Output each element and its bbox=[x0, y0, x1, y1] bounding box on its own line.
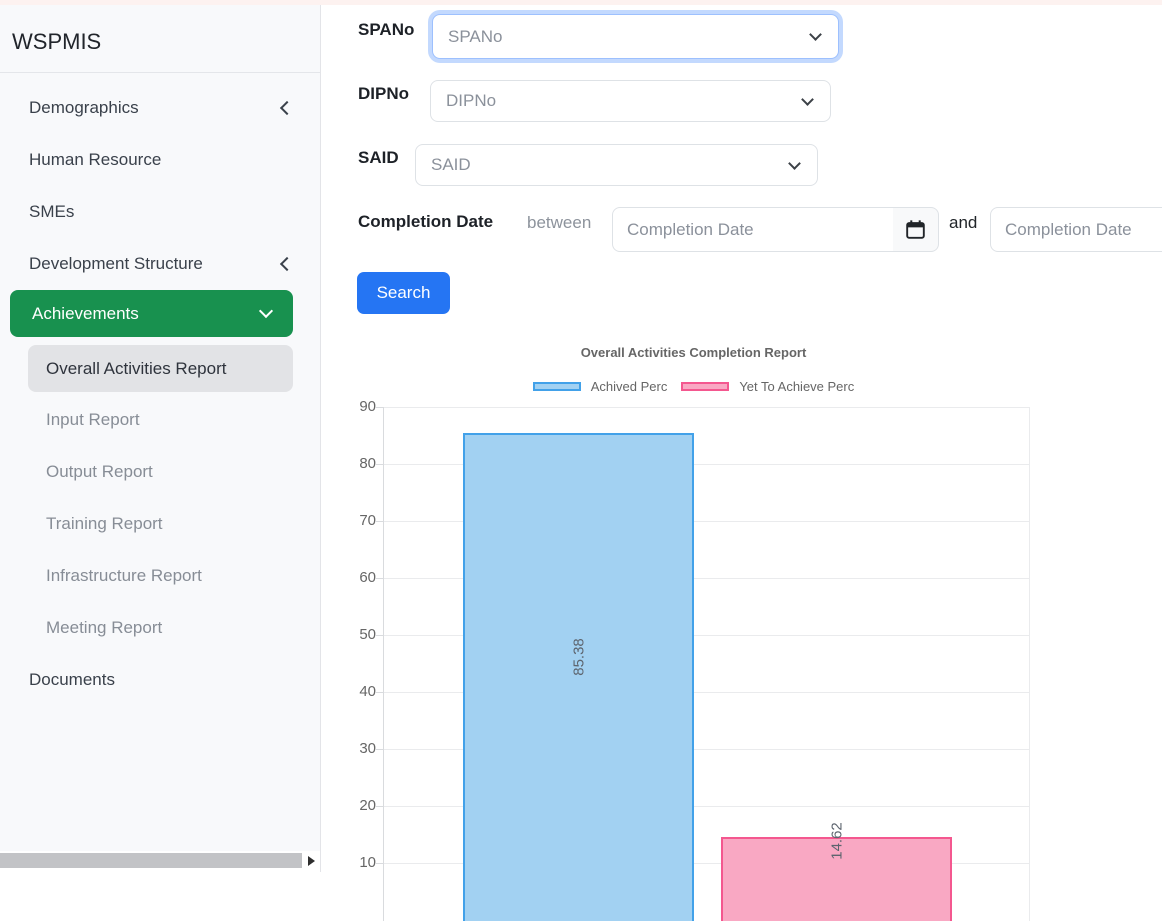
legend-swatch-achieved bbox=[533, 382, 581, 391]
sidebar-item-output-report[interactable]: Output Report bbox=[0, 446, 320, 498]
sidebar-item-label: Documents bbox=[29, 670, 115, 690]
y-tick-label: 90 bbox=[340, 398, 376, 415]
spano-select[interactable]: SPANo bbox=[432, 14, 839, 59]
sidebar-nav: Demographics Human Resource SMEs Develop… bbox=[0, 73, 320, 706]
sidebar-subitem-label: Training Report bbox=[46, 514, 163, 534]
axis-tick bbox=[376, 464, 384, 465]
sidebar-item-label: Development Structure bbox=[29, 254, 203, 274]
y-tick-label: 20 bbox=[340, 797, 376, 814]
sidebar-item-demographics[interactable]: Demographics bbox=[0, 82, 320, 134]
chevron-down-icon bbox=[809, 28, 822, 41]
chart-title: Overall Activities Completion Report bbox=[357, 345, 1030, 360]
sidebar-subitem-label: Overall Activities Report bbox=[46, 359, 226, 379]
sidebar-item-label: Human Resource bbox=[29, 150, 161, 170]
chart-legend: Achived Perc Yet To Achieve Perc bbox=[357, 379, 1030, 394]
completion-date-to-input[interactable] bbox=[990, 207, 1162, 252]
axis-tick bbox=[376, 578, 384, 579]
sidebar-item-development-structure[interactable]: Development Structure bbox=[0, 238, 320, 290]
sidebar: WSPMIS Demographics Human Resource SMEs … bbox=[0, 5, 321, 872]
sidebar-item-human-resource[interactable]: Human Resource bbox=[0, 134, 320, 186]
y-tick-label: 80 bbox=[340, 455, 376, 472]
sidebar-subitem-label: Meeting Report bbox=[46, 618, 162, 638]
bar-achieved-perc: 85.38 bbox=[463, 433, 694, 921]
axis-tick bbox=[376, 521, 384, 522]
bar-yet-to-achieve-perc: 14.62 bbox=[721, 837, 952, 921]
said-select-value: SAID bbox=[431, 155, 471, 175]
legend-label-yet-to-achieve: Yet To Achieve Perc bbox=[739, 379, 854, 394]
legend-label-achieved: Achived Perc bbox=[591, 379, 668, 394]
y-tick-label: 40 bbox=[340, 683, 376, 700]
dipno-select[interactable]: DIPNo bbox=[430, 80, 831, 122]
dipno-select-value: DIPNo bbox=[446, 91, 496, 111]
chart-plot: 85.38 14.62 bbox=[383, 407, 1030, 921]
axis-tick bbox=[376, 692, 384, 693]
scrollbar-thumb[interactable] bbox=[0, 853, 302, 868]
y-tick-label: 10 bbox=[340, 854, 376, 871]
sidebar-item-training-report[interactable]: Training Report bbox=[0, 498, 320, 550]
said-select[interactable]: SAID bbox=[415, 144, 818, 186]
gridline bbox=[384, 407, 1029, 408]
dipno-label: DIPNo bbox=[358, 84, 409, 104]
y-tick-label: 60 bbox=[340, 569, 376, 586]
spano-select-value: SPANo bbox=[448, 27, 503, 47]
sidebar-subitem-label: Input Report bbox=[46, 410, 140, 430]
chevron-down-icon bbox=[801, 93, 814, 106]
axis-tick bbox=[376, 806, 384, 807]
bar-value-label: 14.62 bbox=[828, 822, 845, 860]
spano-label: SPANo bbox=[358, 20, 414, 40]
chevron-down-icon bbox=[259, 304, 273, 318]
y-tick-label: 30 bbox=[340, 740, 376, 757]
sidebar-item-achievements[interactable]: Achievements bbox=[10, 290, 293, 337]
sidebar-item-documents[interactable]: Documents bbox=[0, 654, 320, 706]
sidebar-item-label: SMEs bbox=[29, 202, 74, 222]
chevron-left-icon bbox=[280, 101, 294, 115]
axis-tick bbox=[376, 635, 384, 636]
legend-item-yet-to-achieve[interactable]: Yet To Achieve Perc bbox=[681, 379, 854, 394]
top-accent-strip bbox=[0, 0, 1162, 5]
chevron-down-icon bbox=[788, 157, 801, 170]
axis-tick bbox=[376, 407, 384, 408]
sidebar-item-label: Achievements bbox=[32, 304, 139, 324]
sidebar-item-smes[interactable]: SMEs bbox=[0, 186, 320, 238]
completion-date-from-input[interactable] bbox=[612, 207, 894, 252]
and-text: and bbox=[949, 213, 977, 233]
y-tick-label: 50 bbox=[340, 626, 376, 643]
said-label: SAID bbox=[358, 148, 399, 168]
bar-value-label: 85.38 bbox=[570, 639, 587, 677]
completion-date-label: Completion Date bbox=[358, 212, 493, 232]
sidebar-subitem-label: Infrastructure Report bbox=[46, 566, 202, 586]
axis-tick bbox=[376, 749, 384, 750]
search-button[interactable]: Search bbox=[357, 272, 450, 314]
calendar-button[interactable] bbox=[893, 207, 939, 252]
legend-swatch-yet-to-achieve bbox=[681, 382, 729, 391]
sidebar-subitem-label: Output Report bbox=[46, 462, 153, 482]
app-title: WSPMIS bbox=[0, 5, 320, 72]
between-text: between bbox=[527, 213, 591, 233]
sidebar-item-label: Demographics bbox=[29, 98, 139, 118]
axis-tick bbox=[376, 863, 384, 864]
chevron-left-icon bbox=[280, 257, 294, 271]
sidebar-item-overall-activities-report[interactable]: Overall Activities Report bbox=[28, 345, 293, 392]
sidebar-item-infrastructure-report[interactable]: Infrastructure Report bbox=[0, 550, 320, 602]
legend-item-achieved[interactable]: Achived Perc bbox=[533, 379, 668, 394]
scrollbar-right-arrow-icon[interactable] bbox=[308, 856, 315, 866]
y-tick-label: 70 bbox=[340, 512, 376, 529]
sidebar-item-input-report[interactable]: Input Report bbox=[0, 394, 320, 446]
calendar-icon bbox=[906, 220, 925, 239]
sidebar-item-meeting-report[interactable]: Meeting Report bbox=[0, 602, 320, 654]
sidebar-horizontal-scrollbar[interactable] bbox=[0, 851, 320, 872]
